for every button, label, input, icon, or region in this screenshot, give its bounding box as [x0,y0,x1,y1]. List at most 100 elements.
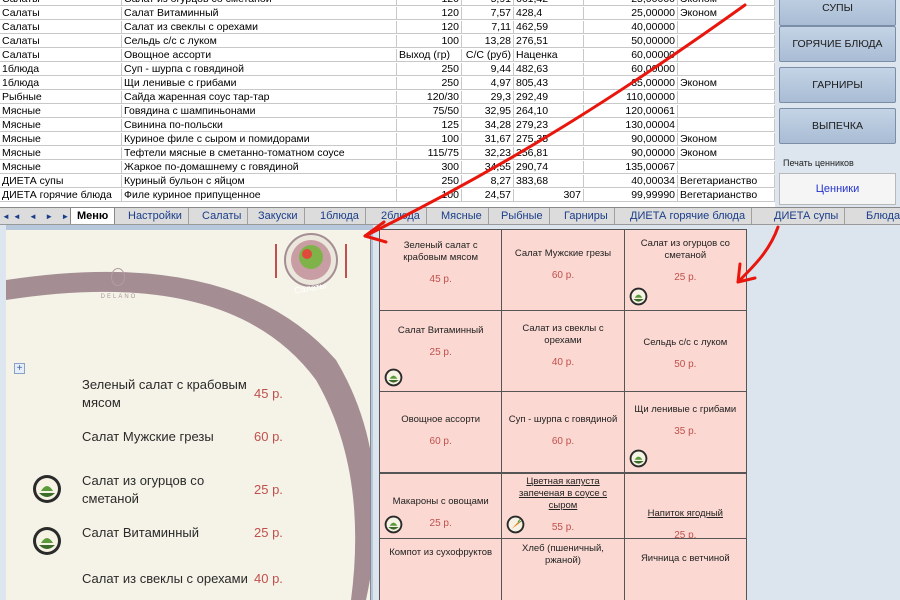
sheet-cell[interactable]: Мясные [0,119,122,132]
price-tag-card[interactable]: Сельдь с/с с луком 50 р. [624,311,746,391]
sheet-cell[interactable]: 482,63 [514,63,584,76]
sheet-cell[interactable]: Эконом [678,0,775,6]
sheet-cell[interactable]: Салат Витаминный [122,7,397,20]
price-tag-card[interactable]: Цветная капуста запеченая в соусе с сыро… [502,474,624,538]
sheet-cell[interactable]: 292,49 [514,91,584,104]
sheet-cell[interactable]: 100 [397,35,462,48]
sheet-cell[interactable]: Салат из свеклы с орехами [122,21,397,34]
sheet-cell[interactable]: Мясные [0,133,122,146]
sheet-cell[interactable]: Филе куриное припущенное [122,189,397,202]
sheet-tab[interactable]: ДИЕТА горячие блюда [624,208,753,224]
sheet-cell[interactable]: Вегетарианство [678,175,775,188]
sheet-cell[interactable]: Мясные [0,147,122,160]
sheet-cell[interactable]: 120,00061 [584,105,678,118]
sheet-cell[interactable]: Эконом [678,7,775,20]
sheet-cell[interactable]: 120 [397,7,462,20]
sheet-cell[interactable]: 7,11 [462,21,514,34]
sheet-cell[interactable]: 300 [397,161,462,174]
sheet-cell[interactable]: Мясные [0,105,122,118]
sheet-cell[interactable]: 25,00000 [584,7,678,20]
sheet-tab[interactable]: Мясные [435,208,489,224]
price-tag-card[interactable]: Салат из свеклы с орехами 40 р. [502,311,624,391]
sheet-cell[interactable]: 290,74 [514,161,584,174]
sheet-cell[interactable] [678,35,775,48]
sheet-cell[interactable]: Щи ленивые с грибами [122,77,397,90]
sheet-cell[interactable]: Эконом [678,77,775,90]
sheet-cell[interactable]: Куриный бульон с яйцом [122,175,397,188]
sheet-cell[interactable]: 40,00034 [584,175,678,188]
sheet-cell[interactable] [678,119,775,132]
sheet-cell[interactable]: 34,28 [462,119,514,132]
sheet-cell[interactable]: 279,23 [514,119,584,132]
sheet-cell[interactable] [678,49,775,62]
price-tag-card[interactable]: Зеленый салат с крабовым мясом 45 р. [380,230,502,310]
sheet-cell[interactable]: 115/75 [397,147,462,160]
tab-scroll-arrows[interactable]: ◄◄ ◄ ► ►► [2,210,80,223]
sheet-cell[interactable]: Выход (гр) [397,49,462,62]
price-tag-card[interactable]: Макароны с овощами 25 р. [380,474,502,538]
sheet-cell[interactable]: Эконом [678,147,775,160]
expand-icon[interactable]: + [14,363,25,374]
sheet-cell[interactable]: Салат из огурцов со сметаной [122,0,397,6]
sheet-cell[interactable]: 250 [397,175,462,188]
sheet-tab[interactable]: Настройки [122,208,189,224]
sheet-cell[interactable]: 31,67 [462,133,514,146]
sheet-cell[interactable] [678,91,775,104]
sheet-cell[interactable]: 90,00000 [584,133,678,146]
sheet-cell[interactable]: Салаты [0,35,122,48]
sheet-cell[interactable]: 383,68 [514,175,584,188]
sheet-cell[interactable]: 75/50 [397,105,462,118]
sheet-cell[interactable]: Тефтели мясные в сметанно-томатном соусе [122,147,397,160]
sheet-cell[interactable]: Говядина с шампиньонами [122,105,397,118]
sheet-cell[interactable]: 110,00000 [584,91,678,104]
price-tag-card[interactable]: Салат Витаминный 25 р. [380,311,502,391]
sheet-cell[interactable]: Наценка [514,49,584,62]
price-tag-card[interactable]: Суп - шурпа с говядиной 60 р. [502,392,624,472]
sheet-cell[interactable]: 24,57 [462,189,514,202]
sheet-cell[interactable]: ДИЕТА горячие блюда [0,189,122,202]
sheet-cell[interactable]: Сельдь с/с с луком [122,35,397,48]
sheet-cell[interactable]: Куриное филе с сыром и помидорами [122,133,397,146]
sheet-cell[interactable]: 32,23 [462,147,514,160]
sheet-cell[interactable]: 1блюда [0,77,122,90]
sheet-tab[interactable]: Рыбные [495,208,550,224]
spreadsheet[interactable]: СалатыСалат из огурцов со сметаной1205,9… [0,0,775,207]
sheet-cell[interactable]: Салаты [0,0,122,6]
sheet-tab[interactable]: Закуски [252,208,305,224]
sheet-cell[interactable]: 661,42 [514,0,584,6]
sheet-cell[interactable]: 40,00000 [584,21,678,34]
sheet-cell[interactable]: 805,43 [514,77,584,90]
sheet-cell[interactable]: 120 [397,21,462,34]
sheet-cell[interactable]: 250 [397,77,462,90]
sheet-cell[interactable]: 120/30 [397,91,462,104]
sheet-cell[interactable]: 462,59 [514,21,584,34]
sheet-cell[interactable]: 1блюда [0,63,122,76]
sheet-cell[interactable]: 32,95 [462,105,514,118]
sheet-cell[interactable]: Салаты [0,49,122,62]
sheet-cell[interactable]: ДИЕТА супы [0,175,122,188]
sheet-cell[interactable]: 264,10 [514,105,584,118]
sheet-cell[interactable]: Эконом [678,133,775,146]
sheet-cell[interactable]: 307 [514,189,584,202]
sheet-cell[interactable]: 100 [397,133,462,146]
sheet-cell[interactable]: 99,99990 [584,189,678,202]
sheet-cell[interactable]: 8,27 [462,175,514,188]
sheet-cell[interactable]: 135,00067 [584,161,678,174]
sheet-cell[interactable]: 130,00004 [584,119,678,132]
sheet-cell[interactable]: 90,00000 [584,147,678,160]
sheet-tab[interactable]: Салаты [196,208,249,224]
price-tag-card[interactable]: Компот из сухофруктов [380,538,502,600]
price-tag-card[interactable]: Напиток ягодный 25 р. [624,474,746,538]
soups-button[interactable]: СУПЫ [779,0,896,26]
price-tag-card[interactable]: Яичница с ветчиной [624,538,746,600]
sheet-cell[interactable]: Мясные [0,161,122,174]
sheet-cell[interactable]: С/С (руб) [462,49,514,62]
sheet-cell[interactable]: 7,57 [462,7,514,20]
sheet-cell[interactable]: Вегетарианство [678,189,775,202]
sheet-cell[interactable]: 60,00000 [584,49,678,62]
sheet-cell[interactable] [678,63,775,76]
sheet-cell[interactable]: 256,81 [514,147,584,160]
sheet-tab[interactable]: Гарниры [558,208,615,224]
sheet-cell[interactable] [678,105,775,118]
bakery-button[interactable]: ВЫПЕЧКА [779,108,896,144]
